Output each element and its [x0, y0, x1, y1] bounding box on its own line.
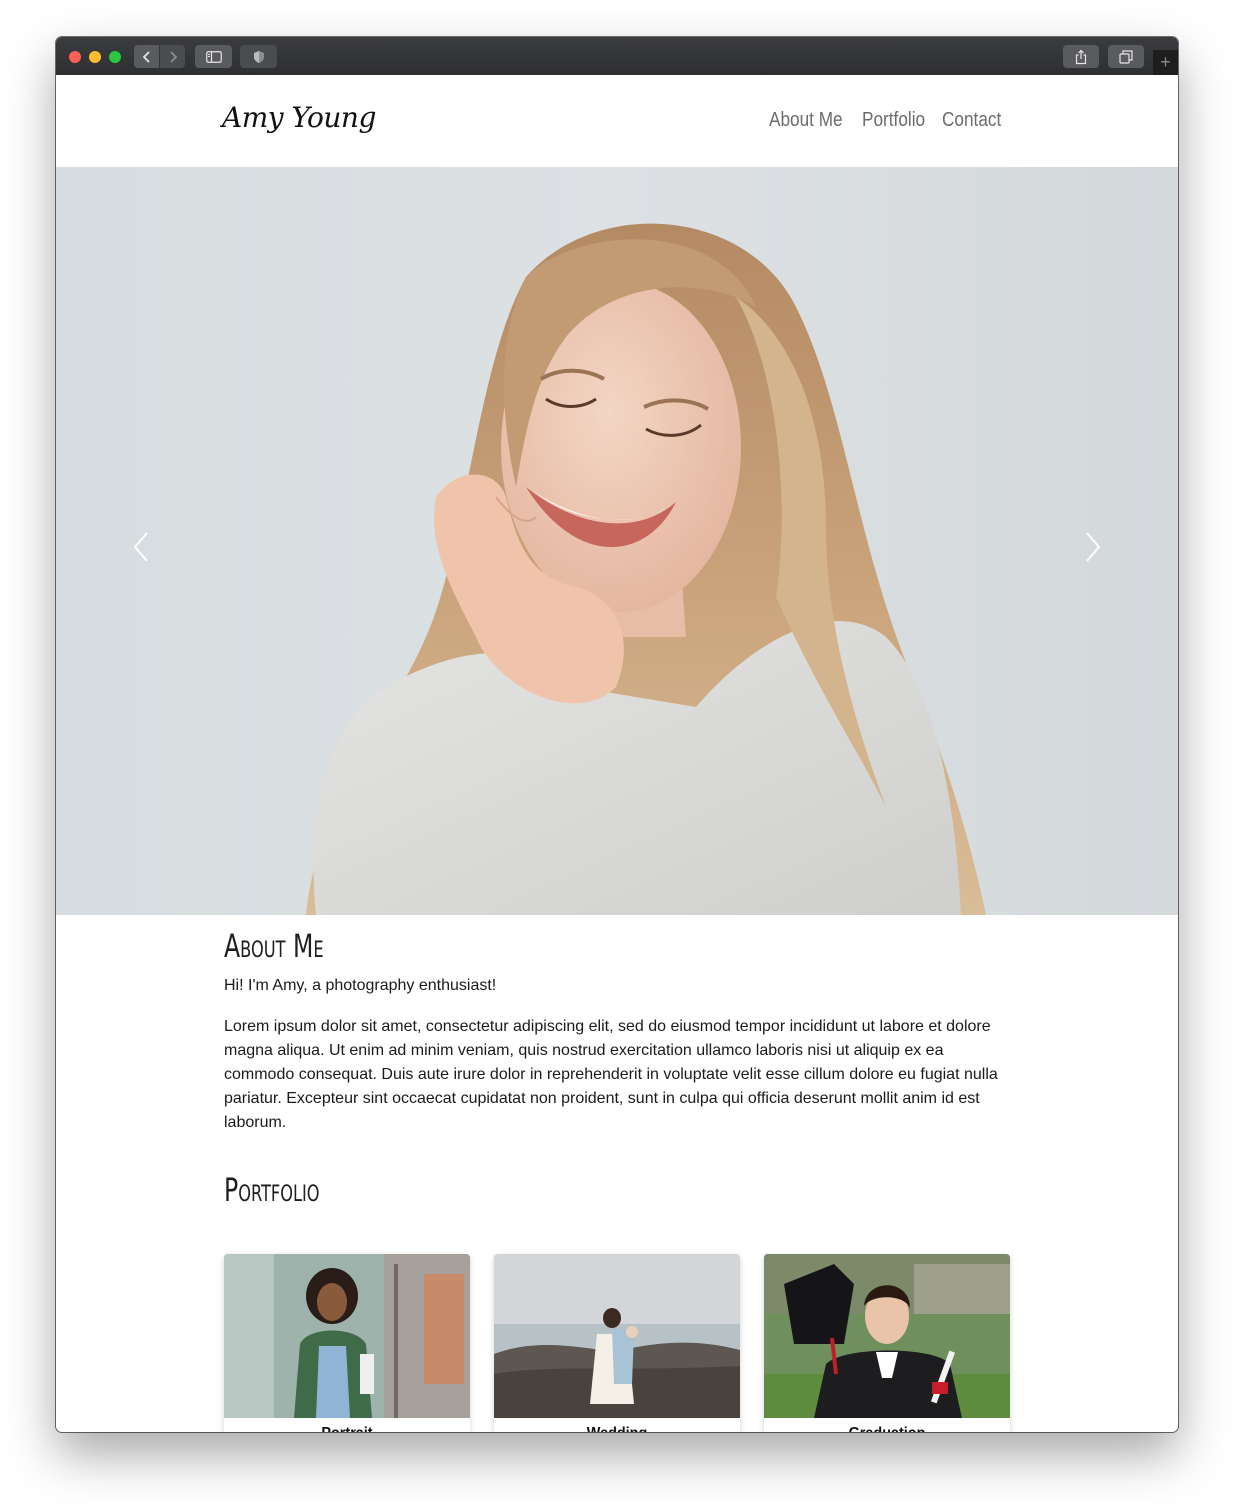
- graduation-photo: [764, 1254, 1010, 1418]
- about-lead: Hi! I'm Amy, a photography enthusiast!: [224, 977, 497, 994]
- share-button[interactable]: [1063, 45, 1099, 68]
- chevron-right-icon: [169, 50, 177, 63]
- close-window-button[interactable]: [69, 51, 81, 63]
- about-heading: About Me: [224, 927, 324, 965]
- portfolio-card-portrait[interactable]: Portrait: [224, 1254, 470, 1432]
- wedding-photo: [494, 1254, 740, 1418]
- carousel-next-button[interactable]: [1081, 527, 1105, 567]
- browser-window: + Amy Young About Me Portfolio Contact A…: [56, 37, 1178, 1432]
- about-body: Lorem ipsum dolor sit amet, consectetur …: [224, 1018, 998, 1131]
- site-logo[interactable]: Amy Young: [222, 101, 376, 134]
- browser-toolbar: +: [56, 37, 1178, 76]
- hero-carousel: [56, 167, 1178, 915]
- privacy-report-button[interactable]: [240, 45, 277, 68]
- portfolio-card-label: Portrait: [236, 1418, 457, 1432]
- sidebar-icon: [205, 50, 222, 63]
- main-nav: About Me Portfolio Contact: [769, 109, 1002, 132]
- carousel-prev-button[interactable]: [129, 527, 153, 567]
- portfolio-card-graduation[interactable]: Graduation: [764, 1254, 1010, 1432]
- portrait-photo: [224, 1254, 470, 1418]
- tabs-icon: [1119, 49, 1133, 64]
- nav-link-about[interactable]: About Me: [769, 109, 843, 132]
- portfolio-card-wedding[interactable]: Wedding: [494, 1254, 740, 1432]
- hero-photo: [306, 223, 986, 915]
- portfolio-grid: Portrait Wedding: [224, 1254, 1010, 1432]
- forward-button[interactable]: [160, 45, 185, 68]
- nav-link-portfolio[interactable]: Portfolio: [862, 109, 925, 132]
- plus-icon: +: [1160, 52, 1171, 72]
- minimize-window-button[interactable]: [89, 51, 101, 63]
- chevron-left-icon: [142, 50, 150, 63]
- new-tab-button[interactable]: +: [1153, 50, 1178, 75]
- portfolio-card-label: Wedding: [506, 1418, 727, 1432]
- back-button[interactable]: [134, 45, 159, 68]
- site-header: Amy Young About Me Portfolio Contact: [56, 75, 1178, 167]
- sidebar-toggle-button[interactable]: [195, 45, 232, 68]
- chevron-left-icon: [133, 532, 148, 562]
- nav-link-contact[interactable]: Contact: [942, 109, 1001, 132]
- chevron-right-icon: [1086, 532, 1101, 562]
- portfolio-heading: Portfolio: [224, 1171, 320, 1209]
- shield-icon: [253, 50, 264, 63]
- portfolio-card-label: Graduation: [776, 1418, 997, 1432]
- zoom-window-button[interactable]: [109, 51, 121, 63]
- tab-overview-button[interactable]: [1108, 45, 1144, 68]
- share-icon: [1075, 49, 1087, 64]
